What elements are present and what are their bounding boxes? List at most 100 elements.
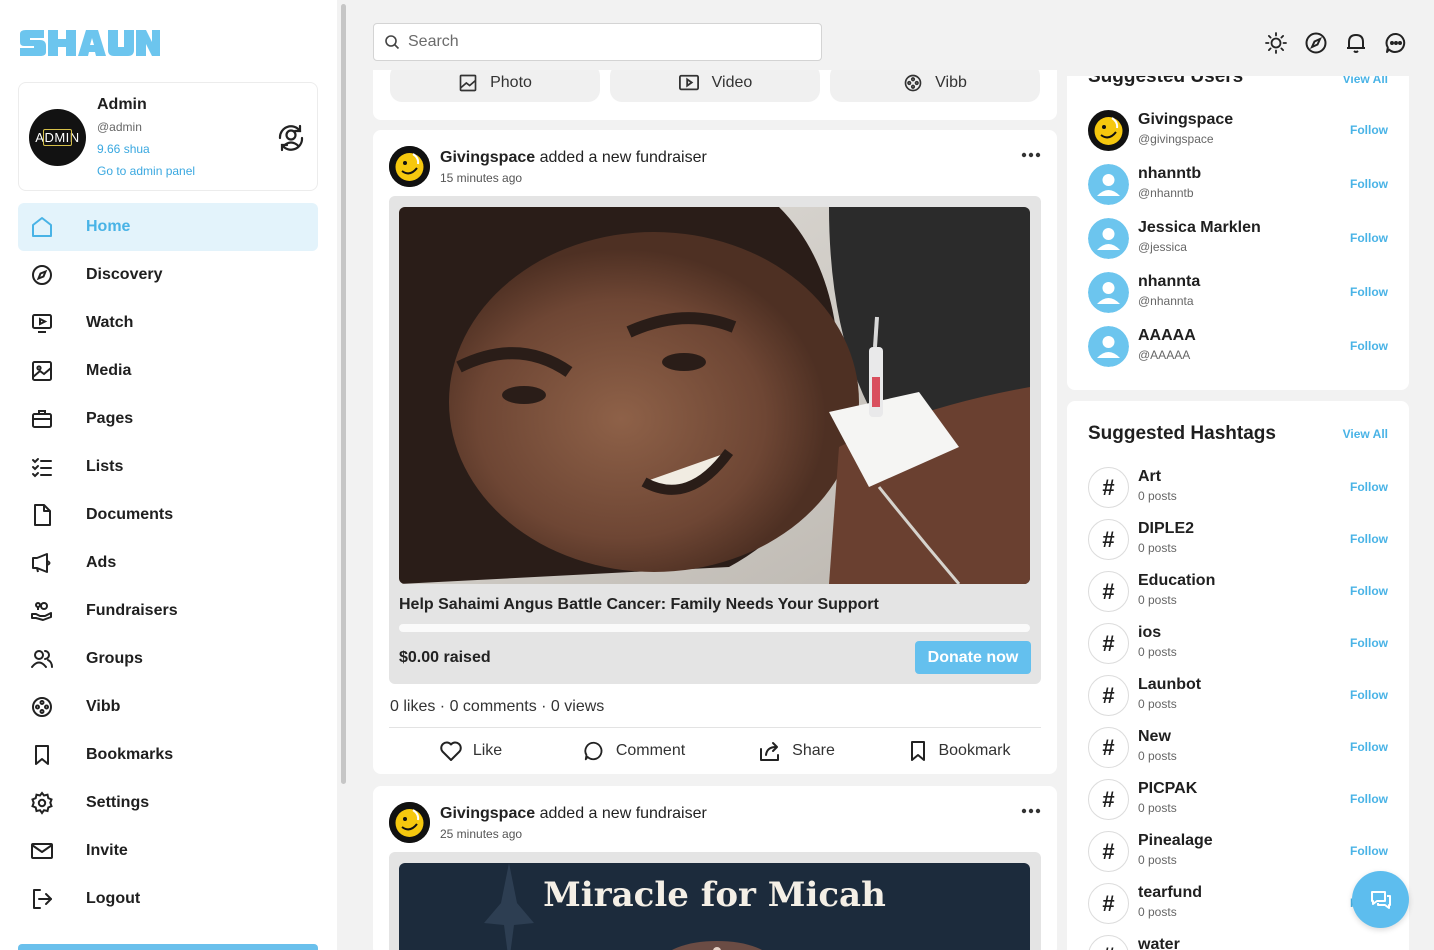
view-all-hashtags-link[interactable]: View All [1343,427,1388,441]
nav-item-pages[interactable]: Pages [18,395,318,443]
follow-button[interactable]: Follow [1350,532,1388,546]
follow-button[interactable]: Follow [1350,177,1388,191]
follow-button[interactable]: Follow [1350,792,1388,806]
bookmark-button[interactable]: Bookmark [878,733,1041,769]
follow-button[interactable]: Follow [1350,844,1388,858]
chat-fab-button[interactable] [1352,871,1409,928]
search-input[interactable] [408,33,788,51]
nav-item-lists[interactable]: Lists [18,443,318,491]
post-stats[interactable]: 0 likes · 0 comments · 0 views [390,698,604,716]
suggested-hashtag[interactable]: # tearfund 0 posts Follow [1088,883,1388,937]
nav-item-logout[interactable]: Logout [18,875,318,923]
user-name[interactable]: Givingspace [1138,111,1233,129]
nav-item-vibb[interactable]: Vibb [18,683,318,731]
sidebar-bottom-button[interactable] [18,944,318,950]
user-name[interactable]: nhanntb [1138,165,1201,183]
suggested-hashtag[interactable]: # Launbot 0 posts Follow [1088,675,1388,729]
suggested-hashtag[interactable]: # New 0 posts Follow [1088,727,1388,781]
nav-item-discovery[interactable]: Discovery [18,251,318,299]
hashtag-name[interactable]: PICPAK [1138,780,1197,798]
fundraiser-photo[interactable] [399,207,1030,584]
hashtag-name[interactable]: tearfund [1138,884,1202,902]
hashtag-name[interactable]: ios [1138,624,1161,642]
user-name[interactable]: Jessica Marklen [1138,219,1261,237]
chat-icon[interactable] [1384,31,1408,55]
suggested-hashtag[interactable]: # water [1088,935,1388,950]
post-timestamp[interactable]: 15 minutes ago [440,171,522,185]
shaun-logo[interactable] [18,28,160,58]
author-avatar[interactable] [389,146,430,187]
nav-item-ads[interactable]: Ads [18,539,318,587]
admin-panel-link[interactable]: Go to admin panel [97,164,195,178]
user-name[interactable]: AAAAA [1138,327,1196,345]
user-name[interactable]: nhannta [1138,273,1200,291]
nav-item-home[interactable]: Home [18,203,318,251]
fundraiser-card[interactable]: Help Sahaimi Angus Battle Cancer: Family… [389,196,1041,684]
suggested-hashtag[interactable]: # DIPLE2 0 posts Follow [1088,519,1388,573]
follow-button[interactable]: Follow [1350,740,1388,754]
hashtag-name[interactable]: Education [1138,572,1215,590]
default-avatar-icon[interactable] [1088,218,1129,259]
suggested-user[interactable]: Jessica Marklen @jessica Follow [1088,218,1388,272]
suggested-user[interactable]: nhanntb @nhanntb Follow [1088,164,1388,218]
hashtag-name[interactable]: Pinealage [1138,832,1213,850]
nav-item-watch[interactable]: Watch [18,299,318,347]
hashtag-name[interactable]: water [1138,936,1180,950]
admin-avatar[interactable]: ADMIN [29,109,86,166]
suggested-hashtag[interactable]: # PICPAK 0 posts Follow [1088,779,1388,833]
hashtag-name[interactable]: Art [1138,468,1161,486]
like-button[interactable]: Like [389,733,552,769]
default-avatar-icon[interactable] [1088,326,1129,367]
more-options-icon[interactable] [1021,152,1041,158]
search-box[interactable] [373,23,822,61]
nav-item-bookmarks[interactable]: Bookmarks [18,731,318,779]
compass-icon[interactable] [1304,31,1328,55]
follow-button[interactable]: Follow [1350,480,1388,494]
author-name[interactable]: Givingspace [440,149,535,166]
user-avatar[interactable] [1088,110,1129,151]
sidebar-scrollbar-thumb[interactable] [341,4,346,784]
author-name[interactable]: Givingspace [440,805,535,822]
follow-button[interactable]: Follow [1350,688,1388,702]
video-button[interactable]: Video [610,70,820,102]
follow-button[interactable]: Follow [1350,339,1388,353]
switch-account-icon[interactable] [275,122,307,154]
vibb-button[interactable]: Vibb [830,70,1040,102]
bell-icon[interactable] [1344,31,1368,55]
more-options-icon[interactable] [1021,808,1041,814]
fundraiser-title[interactable]: Help Sahaimi Angus Battle Cancer: Family… [399,596,879,614]
sun-icon[interactable] [1264,31,1288,55]
suggested-user[interactable]: nhannta @nhannta Follow [1088,272,1388,326]
follow-button[interactable]: Follow [1350,231,1388,245]
follow-button[interactable]: Follow [1350,636,1388,650]
nav-item-fundraisers[interactable]: Fundraisers [18,587,318,635]
nav-item-invite[interactable]: Invite [18,827,318,875]
fundraiser-banner[interactable]: Miracle for Micah [399,863,1030,950]
hashtag-name[interactable]: DIPLE2 [1138,520,1194,538]
author-avatar[interactable] [389,802,430,843]
suggested-user[interactable]: AAAAA @AAAAA Follow [1088,326,1388,380]
follow-button[interactable]: Follow [1350,285,1388,299]
suggested-hashtag[interactable]: # Art 0 posts Follow [1088,467,1388,521]
suggested-hashtag[interactable]: # Pinealage 0 posts Follow [1088,831,1388,885]
photo-button[interactable]: Photo [390,70,600,102]
nav-item-settings[interactable]: Settings [18,779,318,827]
hashtag-name[interactable]: New [1138,728,1171,746]
default-avatar-icon[interactable] [1088,164,1129,205]
nav-item-documents[interactable]: Documents [18,491,318,539]
default-avatar-icon[interactable] [1088,272,1129,313]
suggested-hashtag[interactable]: # Education 0 posts Follow [1088,571,1388,625]
share-button[interactable]: Share [715,733,878,769]
post-timestamp[interactable]: 25 minutes ago [440,827,522,841]
fundraiser-card[interactable]: Miracle for Micah [389,852,1041,950]
hashtag-name[interactable]: Launbot [1138,676,1201,694]
donate-button[interactable]: Donate now [915,641,1031,674]
follow-button[interactable]: Follow [1350,123,1388,137]
profile-name[interactable]: Admin [97,96,147,114]
suggested-hashtag[interactable]: # ios 0 posts Follow [1088,623,1388,677]
follow-button[interactable]: Follow [1350,584,1388,598]
comment-button[interactable]: Comment [552,733,715,769]
nav-item-media[interactable]: Media [18,347,318,395]
suggested-user[interactable]: Givingspace @givingspace Follow [1088,110,1388,164]
nav-item-groups[interactable]: Groups [18,635,318,683]
